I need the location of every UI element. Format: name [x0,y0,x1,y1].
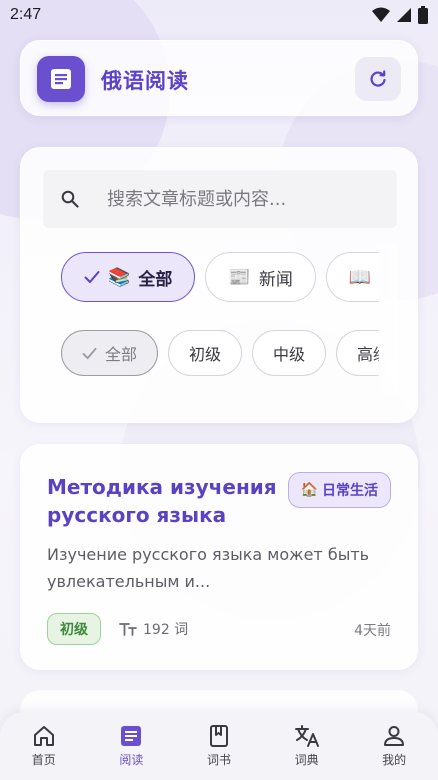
check-icon [84,271,100,283]
word-count: 192 词 [119,619,188,639]
category-chip-literature[interactable]: 📖 文 [325,252,379,302]
house-icon: 🏠 [300,482,318,498]
article-card[interactable]: Методика изучения русского языка 🏠 日常生活 … [20,444,418,670]
search-box [43,170,397,228]
status-bar: 2:47 [0,0,438,30]
nav-home[interactable]: 首页 [9,724,79,768]
search-icon [61,190,79,208]
chip-label: 新闻 [258,269,293,290]
signal-icon [397,8,411,22]
chip-label: 全部 [105,345,138,364]
header-card: 俄语阅读 [20,40,418,116]
nav-label: 词书 [206,753,231,767]
article-excerpt: Изучение русского языка может быть увлек… [47,545,370,591]
nav-reading[interactable]: 阅读 [96,724,166,768]
refresh-button[interactable] [355,57,401,101]
search-input[interactable] [107,188,397,210]
page-title: 俄语阅读 [101,69,189,93]
nav-dictionary[interactable]: 词典 [272,724,342,768]
level-chip-beginner[interactable]: 初级 [168,330,243,376]
category-chips: 📚 全部 📰 新闻 📖 文 [61,252,379,304]
article-title[interactable]: Методика изучения русского языка [47,473,277,529]
open-book-icon: 📖 [348,266,372,288]
article-icon [121,726,142,746]
chip-label: 初级 [189,345,222,364]
chip-label: 全部 [138,269,173,290]
category-badge: 🏠 日常生活 [287,472,391,508]
text-size-icon [119,623,137,636]
category-chip-all[interactable]: 📚 全部 [61,252,196,302]
home-icon [33,726,54,746]
person-icon [384,726,405,746]
nav-label: 词典 [294,753,319,767]
article-icon [51,69,71,89]
nav-wordbook[interactable]: 词书 [184,724,254,768]
check-icon [82,347,97,359]
nav-label: 首页 [31,753,56,767]
wifi-icon [372,7,390,22]
level-chip-all[interactable]: 全部 [61,330,159,376]
time-ago: 4天前 [354,623,391,639]
books-icon: 📚 [108,266,131,288]
status-time: 2:47 [10,6,42,23]
word-count-label: 192 词 [143,622,189,638]
nav-profile[interactable]: 我的 [359,724,429,768]
translate-icon [294,725,319,747]
bottom-nav: 首页 阅读 词书 词典 我的 [0,712,438,780]
nav-label: 我的 [382,753,407,767]
chip-label: 中级 [273,345,306,364]
category-chip-news[interactable]: 📰 新闻 [205,252,316,302]
battery-icon [418,6,428,24]
book-icon [209,725,228,747]
level-chips: 全部 初级 中级 高级 [61,330,379,378]
newspaper-icon: 📰 [228,266,251,288]
nav-label: 阅读 [119,753,144,767]
level-badge: 初级 [47,613,101,645]
level-chip-intermediate[interactable]: 中级 [252,330,327,376]
app-logo [37,56,85,102]
refresh-icon [370,70,386,87]
filter-card: 📚 全部 📰 新闻 📖 文 全部 初级 中级 高级 [20,147,418,423]
category-badge-label: 日常生活 [322,483,378,499]
